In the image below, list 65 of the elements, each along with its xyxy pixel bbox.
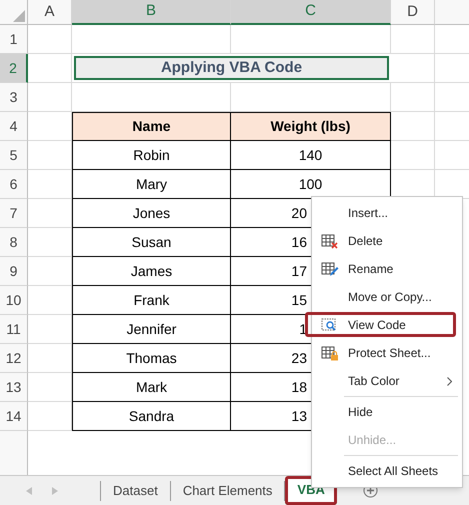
menu-item[interactable]: Move or Copy... bbox=[312, 283, 462, 311]
weight-cell-text: 23 bbox=[291, 348, 307, 368]
scroll-right-icon[interactable] bbox=[52, 486, 58, 494]
row-header[interactable]: 5 bbox=[0, 141, 28, 170]
row-header[interactable]: 6 bbox=[0, 170, 28, 199]
weight-cell-text: 16 bbox=[291, 232, 307, 252]
row-header[interactable]: 9 bbox=[0, 257, 28, 286]
name-cell: Mark bbox=[72, 373, 231, 402]
empty-cell[interactable] bbox=[391, 141, 435, 170]
empty-cell[interactable] bbox=[72, 25, 231, 54]
column-header-cell: Weight (lbs) bbox=[231, 112, 391, 141]
column-header[interactable]: A bbox=[28, 0, 72, 25]
name-cell: Jones bbox=[72, 199, 231, 228]
name-cell: Susan bbox=[72, 228, 231, 257]
name-cell: James bbox=[72, 257, 231, 286]
menu-item[interactable]: View Code bbox=[312, 311, 462, 339]
chevron-right-icon bbox=[447, 376, 452, 386]
row-header[interactable]: 11 bbox=[0, 315, 28, 344]
name-cell: Robin bbox=[72, 141, 231, 170]
column-header[interactable] bbox=[435, 0, 469, 25]
weight-cell-text: 140 bbox=[298, 146, 322, 164]
edit-table-icon bbox=[321, 261, 339, 277]
empty-cell[interactable] bbox=[391, 83, 435, 112]
weight-cell-text: 15 bbox=[291, 290, 307, 310]
name-cell: Frank bbox=[72, 286, 231, 315]
weight-cell-text: 13 bbox=[291, 406, 307, 426]
column-header[interactable]: D bbox=[391, 0, 435, 25]
row-header[interactable] bbox=[0, 431, 28, 475]
name-cell: Mary bbox=[72, 170, 231, 199]
name-cell: Jennifer bbox=[72, 315, 231, 344]
select-all-icon[interactable] bbox=[13, 10, 25, 22]
menu-item[interactable]: Hide bbox=[312, 398, 462, 426]
row-header[interactable]: 3 bbox=[0, 83, 28, 112]
sheet-tab[interactable]: Dataset bbox=[101, 476, 170, 505]
row-header[interactable]: 2 bbox=[0, 54, 28, 83]
empty-cell[interactable] bbox=[391, 25, 435, 54]
column-header-cell: Name bbox=[72, 112, 231, 141]
lock-table-icon bbox=[321, 345, 339, 361]
menu-item[interactable]: Protect Sheet... bbox=[312, 339, 462, 367]
column-header[interactable]: C bbox=[231, 0, 391, 25]
row-header[interactable]: 13 bbox=[0, 373, 28, 402]
menu-item[interactable]: Insert... bbox=[312, 199, 462, 227]
column-header[interactable]: B bbox=[72, 0, 231, 25]
row-header[interactable]: 1 bbox=[0, 25, 28, 54]
row-header[interactable]: 14 bbox=[0, 402, 28, 431]
row-header[interactable]: 7 bbox=[0, 199, 28, 228]
title-cell[interactable]: Applying VBA Code bbox=[74, 56, 389, 80]
weight-cell-text: 20 bbox=[291, 204, 307, 222]
delete-table-icon bbox=[321, 233, 339, 249]
name-cell: Sandra bbox=[72, 402, 231, 431]
row-header[interactable]: 4 bbox=[0, 112, 28, 141]
row-header[interactable]: 12 bbox=[0, 344, 28, 373]
sheet-tab[interactable]: Chart Elements bbox=[170, 476, 284, 505]
weight-cell-text: 100 bbox=[298, 174, 322, 194]
empty-cell[interactable] bbox=[231, 25, 391, 54]
scroll-left-icon[interactable] bbox=[26, 486, 32, 494]
empty-cell[interactable] bbox=[391, 54, 435, 83]
row-header[interactable]: 10 bbox=[0, 286, 28, 315]
row-header[interactable]: 8 bbox=[0, 228, 28, 257]
menu-item[interactable]: Delete bbox=[312, 227, 462, 255]
menu-item[interactable]: Tab Color bbox=[312, 367, 462, 395]
menu-item[interactable]: Rename bbox=[312, 255, 462, 283]
weight-cell-text: 18 bbox=[291, 378, 307, 396]
name-cell: Thomas bbox=[72, 344, 231, 373]
weight-cell-text: 17 bbox=[291, 262, 307, 280]
